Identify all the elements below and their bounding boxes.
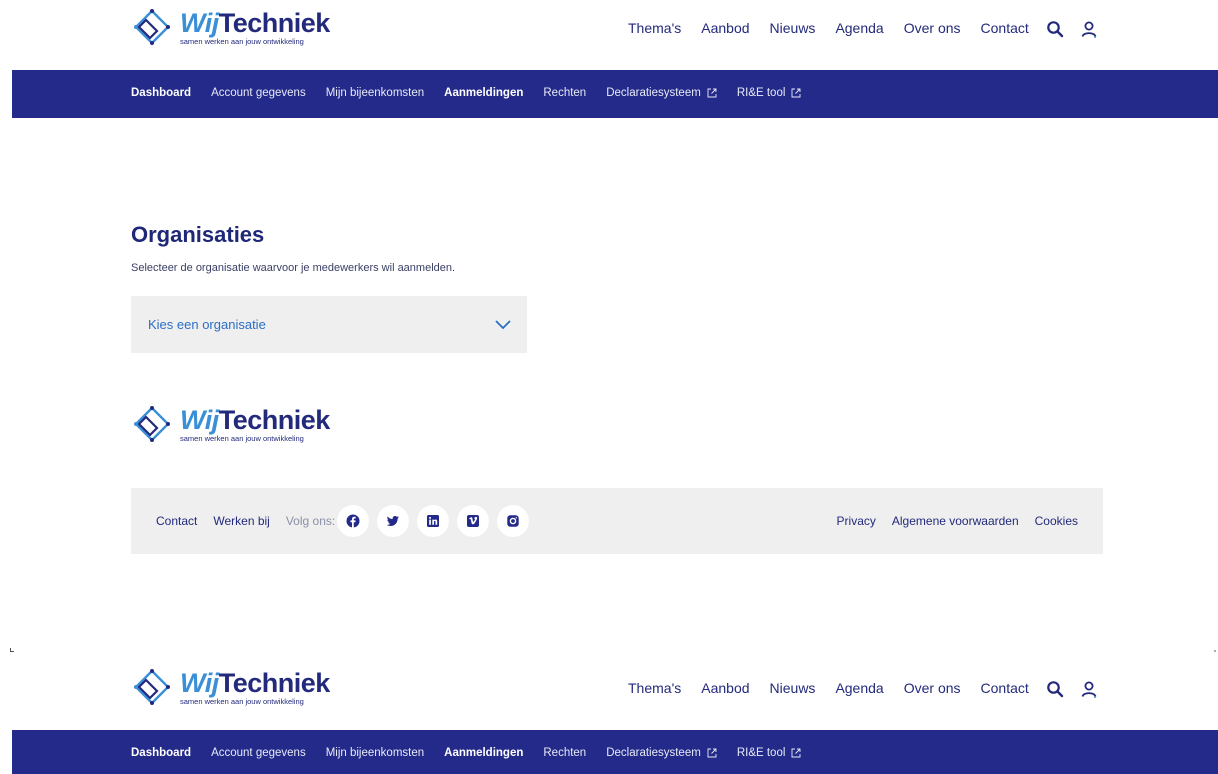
search-icon[interactable] <box>1046 20 1064 38</box>
footer-bar: Contact Werken bij Volg ons: Privacy Alg… <box>131 488 1103 554</box>
page-subtitle: Selecteer de organisatie waarvoor je med… <box>131 262 456 274</box>
dashnav-rie-tool-label: RI&E tool <box>736 747 786 759</box>
dashnav-dashboard[interactable]: Dashboard <box>131 87 191 99</box>
logo-techniek: Techniek <box>218 8 331 38</box>
twitter-icon[interactable] <box>377 505 410 537</box>
logo-tagline: samen werken aan jouw ontwikkeling <box>180 434 304 443</box>
dashnav-rie-tool[interactable]: RI&E tool <box>737 87 802 99</box>
user-icon[interactable] <box>1080 680 1098 698</box>
topnav-contact[interactable]: Contact <box>981 680 1029 696</box>
topnav-themas[interactable]: Thema's <box>628 680 681 696</box>
site-logo[interactable]: WijTechniek samen werken aan jouw ontwik… <box>130 8 330 46</box>
dashnav-rechten[interactable]: Rechten <box>543 87 586 99</box>
organisation-select-value: Kies een organisatie <box>148 317 266 332</box>
organisation-select[interactable]: Kies een organisatie <box>131 296 527 353</box>
external-link-icon <box>791 748 801 758</box>
topnav-aanbod[interactable]: Aanbod <box>701 20 749 36</box>
topnav-aanbod[interactable]: Aanbod <box>701 680 749 696</box>
dashnav-declaratiesysteem-label: Declaratiesysteem <box>606 747 701 759</box>
dashnav-account-gegevens[interactable]: Account gegevens <box>211 747 306 759</box>
logo-techniek: Techniek <box>218 405 331 435</box>
divider-mark <box>10 648 14 652</box>
logo-wij: Wij <box>180 668 219 698</box>
dashnav-rie-tool[interactable]: RI&E tool <box>737 747 802 759</box>
chevron-down-icon <box>495 320 511 330</box>
dashboard-nav-bar: Dashboard Account gegevens Mijn bijeenko… <box>12 70 1218 118</box>
topnav-agenda[interactable]: Agenda <box>835 680 883 696</box>
dashnav-account-gegevens[interactable]: Account gegevens <box>211 87 306 99</box>
footer-voorwaarden-link[interactable]: Algemene voorwaarden <box>892 514 1019 528</box>
topnav-contact[interactable]: Contact <box>981 20 1029 36</box>
site-header: WijTechniek samen werken aan jouw ontwik… <box>0 0 1218 70</box>
dashnav-declaratiesysteem[interactable]: Declaratiesysteem <box>606 87 717 99</box>
footer-privacy-link[interactable]: Privacy <box>837 514 876 528</box>
logo-tagline: samen werken aan jouw ontwikkeling <box>180 37 304 46</box>
topnav-themas[interactable]: Thema's <box>628 20 681 36</box>
vimeo-icon[interactable] <box>457 505 490 537</box>
dashnav-aanmeldingen[interactable]: Aanmeldingen <box>444 747 523 759</box>
footer-werken-bij-link[interactable]: Werken bij <box>213 514 269 528</box>
logo-wij: Wij <box>180 405 219 435</box>
topnav-over-ons[interactable]: Over ons <box>904 20 961 36</box>
linkedin-icon[interactable] <box>417 505 450 537</box>
logo-techniek: Techniek <box>218 668 331 698</box>
topnav-nieuws[interactable]: Nieuws <box>770 20 816 36</box>
logo-mark-icon <box>134 669 170 705</box>
dashnav-mijn-bijeenkomsten[interactable]: Mijn bijeenkomsten <box>326 747 424 759</box>
facebook-icon[interactable] <box>337 505 370 537</box>
search-icon[interactable] <box>1046 680 1064 698</box>
dashnav-mijn-bijeenkomsten[interactable]: Mijn bijeenkomsten <box>326 87 424 99</box>
logo-mark-icon <box>134 406 170 442</box>
logo-tagline: samen werken aan jouw ontwikkeling <box>180 697 304 706</box>
dashboard-nav-bar-repeat: Dashboard Account gegevens Mijn bijeenko… <box>12 730 1218 774</box>
external-link-icon <box>707 748 717 758</box>
logo-wij: Wij <box>180 8 219 38</box>
footer-logo[interactable]: WijTechniek samen werken aan jouw ontwik… <box>130 405 330 443</box>
divider-mark <box>1214 650 1216 652</box>
follow-us-label: Volg ons: <box>285 514 336 528</box>
dashnav-declaratiesysteem-label: Declaratiesysteem <box>606 87 701 99</box>
dashnav-dashboard[interactable]: Dashboard <box>131 747 191 759</box>
dashnav-rechten[interactable]: Rechten <box>543 747 586 759</box>
footer-cookies-link[interactable]: Cookies <box>1035 514 1078 528</box>
top-navigation: Thema's Aanbod Nieuws Agenda Over ons Co… <box>628 680 1029 696</box>
dashnav-rie-tool-label: RI&E tool <box>736 87 786 99</box>
site-logo[interactable]: WijTechniek samen werken aan jouw ontwik… <box>130 668 330 706</box>
page-title: Organisaties <box>131 222 265 247</box>
external-link-icon <box>791 88 801 98</box>
external-link-icon <box>707 88 717 98</box>
logo-mark-icon <box>134 9 170 45</box>
topnav-nieuws[interactable]: Nieuws <box>770 680 816 696</box>
instagram-icon[interactable] <box>497 505 530 537</box>
topnav-agenda[interactable]: Agenda <box>835 20 883 36</box>
dashnav-declaratiesysteem[interactable]: Declaratiesysteem <box>606 747 717 759</box>
page: WijTechniek samen werken aan jouw ontwik… <box>0 0 1218 774</box>
site-header-repeat: WijTechniek samen werken aan jouw ontwik… <box>0 660 1218 730</box>
topnav-over-ons[interactable]: Over ons <box>904 680 961 696</box>
dashnav-aanmeldingen[interactable]: Aanmeldingen <box>444 87 523 99</box>
dashboard-navigation: Dashboard Account gegevens Mijn bijeenko… <box>131 87 801 99</box>
dashboard-navigation: Dashboard Account gegevens Mijn bijeenko… <box>131 747 801 759</box>
footer-contact-link[interactable]: Contact <box>156 514 197 528</box>
user-icon[interactable] <box>1080 20 1098 38</box>
top-navigation: Thema's Aanbod Nieuws Agenda Over ons Co… <box>628 20 1029 36</box>
